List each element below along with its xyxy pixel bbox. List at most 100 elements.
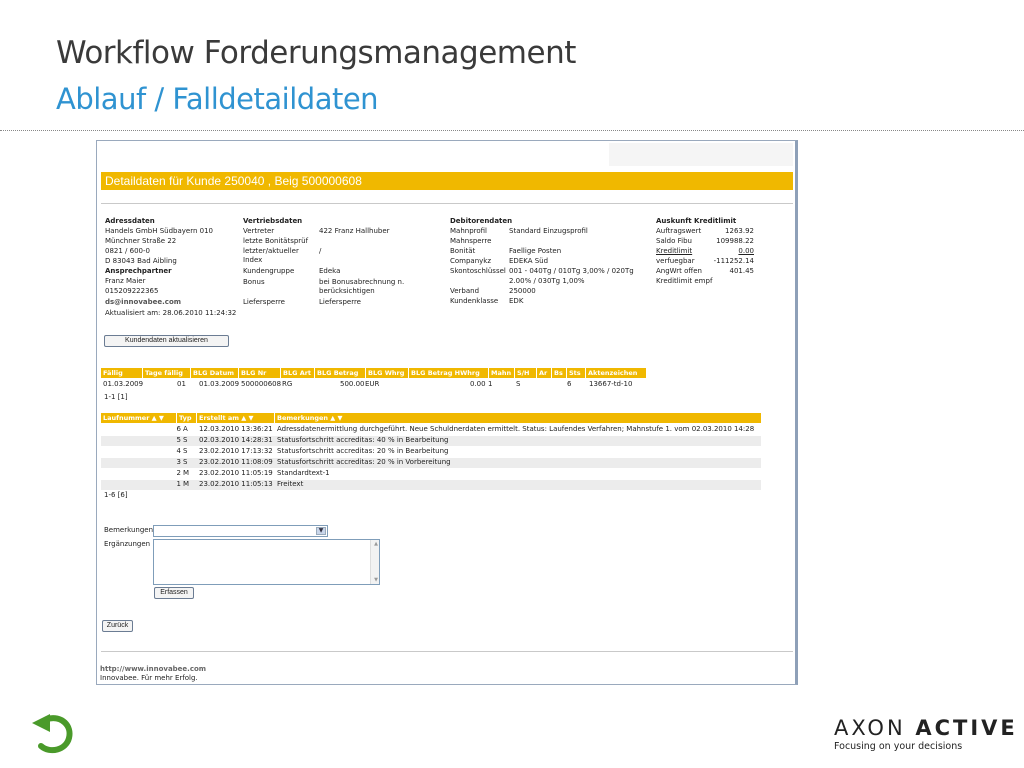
col-header-bemerkungen[interactable]: Bemerkungen ▲ ▼ [275,413,761,423]
col-header[interactable]: BLG Whrg [366,368,409,378]
table-row: 3 S 23.02.2010 11:08:09 Statusfortschrit… [101,458,761,468]
col-header[interactable]: Sts [567,368,586,378]
capture-button[interactable]: Erfassen [154,587,194,599]
company-logo: AXON ACTIVE [834,716,1018,740]
cell: 3 [176,458,181,466]
col-label: Laufnummer [103,414,150,422]
update-customer-button[interactable]: Kundendaten aktualisieren [104,335,229,347]
address-line: Handels GmbH Südbayern 010 [105,227,214,235]
cell: EUR [365,380,380,388]
history-table-header: Laufnummer ▲ ▼ Typ Erstellt am ▲ ▼ Bemer… [101,413,761,423]
divider [101,651,793,652]
col-header[interactable]: Tage fällig [143,368,191,378]
contact-heading: Ansprechpartner [105,267,172,275]
scroll-down-icon[interactable]: ▼ [374,577,378,583]
company-tagline: Focusing on your decisions [834,741,963,752]
col-header[interactable]: Mahn [489,368,515,378]
kredit-value: -111252.14 [713,257,754,265]
col-header[interactable]: Bs [552,368,567,378]
debitor-value: 2.00% / 030Tg 1,00% [509,277,585,285]
col-header[interactable]: Typ [177,413,197,423]
cell: 500000608 [241,380,282,388]
kredit-label: Kreditlimit empf [656,277,713,285]
col-header[interactable]: Ar [537,368,552,378]
invoice-table-header: Fällig Tage fällig BLG Datum BLG Nr BLG … [101,368,646,378]
table-row: 01.03.2009 01 01.03.2009 500000608 RG 50… [101,380,761,390]
cell: 01.03.2009 [199,380,240,388]
debitor-value: Standard Einzugsprofil [509,227,588,235]
kredit-value: 109988.22 [716,237,754,245]
debitor-label: Mahnsperre [450,237,492,245]
debitor-label: Bonität [450,247,476,255]
additions-label: Ergänzungen [104,540,151,548]
back-arrow-icon[interactable] [30,710,76,756]
cell: 23.02.2010 11:08:09 [199,458,273,466]
table-row: 1 M 23.02.2010 11:05:13 Freitext [101,480,761,490]
col-header-erstellt[interactable]: Erstellt am ▲ ▼ [197,413,275,423]
cell: 0.00 [470,380,486,388]
vertrieb-value: 422 Franz Hallhuber [319,227,390,235]
scroll-up-icon[interactable]: ▲ [374,541,378,547]
cell: M [183,480,190,488]
kredit-label: Auftragswert [656,227,702,235]
sort-arrows-icon[interactable]: ▲ ▼ [241,414,253,422]
col-header[interactable]: BLG Betrag HWhrg [409,368,489,378]
col-header[interactable]: S/H [515,368,537,378]
cell: RG [282,380,293,388]
additions-textarea[interactable]: ▲ ▼ [153,539,380,585]
debitor-label: Kundenklasse [450,297,499,305]
col-header[interactable]: BLG Art [281,368,315,378]
cell: Freitext [277,480,304,488]
cell: 13667-td-10 [589,380,633,388]
cell: 01.03.2009 [103,380,144,388]
cell: 1 [176,480,181,488]
cell: 01 [177,380,186,388]
vertrieb-heading: Vertriebsdaten [243,217,303,225]
col-header[interactable]: Fällig [101,368,143,378]
footer-slogan: Innovabee. Für mehr Erfolg. [100,674,198,682]
slide-title: Workflow Forderungsmanagement [56,35,576,71]
cell: Statusfortschritt accreditas: 40 % in Be… [277,436,449,444]
embedded-screenshot: Detaildaten für Kunde 250040 , Beig 5000… [96,140,798,685]
vertrieb-value: Edeka [319,267,341,275]
kreditlimit-link[interactable]: Kreditlimit [656,247,692,257]
remarks-select[interactable]: ▼ [153,525,328,537]
vertrieb-label: Kundengruppe [243,267,295,275]
cell: M [183,469,190,477]
kredit-label: Saldo Fibu [656,237,692,245]
invoice-table-footer: 1-1 [1] [104,393,128,401]
contact-line: Franz Maier [105,277,146,285]
cell: 4 [176,447,181,455]
kredit-label: AngWrt offen [656,267,702,275]
table-row: 4 S 23.02.2010 17:13:32 Statusfortschrit… [101,447,761,457]
debitor-value: Faellige Posten [509,247,562,255]
debitor-heading: Debitorendaten [450,217,513,225]
email-link[interactable]: ds@innovabee.com [105,298,181,308]
table-row: 5 S 02.03.2010 14:28:31 Statusfortschrit… [101,436,761,446]
cell: S [183,458,188,466]
debitor-label: Skontoschlüssel [450,267,506,275]
logo-word-light: AXON [834,716,906,740]
col-header[interactable]: BLG Betrag [315,368,366,378]
debitor-label: Verband [450,287,480,295]
cell: Statusfortschritt accreditas: 20 % in Be… [277,447,449,455]
vertrieb-label: Liefersperre [243,298,285,306]
cell: Adressdatenermittlung durchgeführt. Neue… [277,425,755,433]
cell: 6 [176,425,181,433]
cell: 12.03.2010 13:36:21 [199,425,273,433]
address-line: 0821 / 600-0 [105,247,150,255]
col-header[interactable]: Aktenzeichen [586,368,646,378]
updated-timestamp: Aktualisiert am: 28.06.2010 11:24:32 [105,309,237,317]
debitor-label: Companykz [450,257,492,265]
sort-arrows-icon[interactable]: ▲ ▼ [152,414,164,422]
debitor-value: EDK [509,297,524,305]
sort-arrows-icon[interactable]: ▲ ▼ [330,414,342,422]
debitor-value: 250000 [509,287,536,295]
col-header-laufnummer[interactable]: Laufnummer ▲ ▼ [101,413,177,423]
col-header[interactable]: BLG Datum [191,368,239,378]
back-button[interactable]: Zurück [102,620,133,632]
cell: Standardtext-1 [277,469,330,477]
chevron-down-icon[interactable]: ▼ [316,527,326,535]
col-header[interactable]: BLG Nr [239,368,281,378]
logo-word-bold: ACTIVE [915,716,1018,740]
